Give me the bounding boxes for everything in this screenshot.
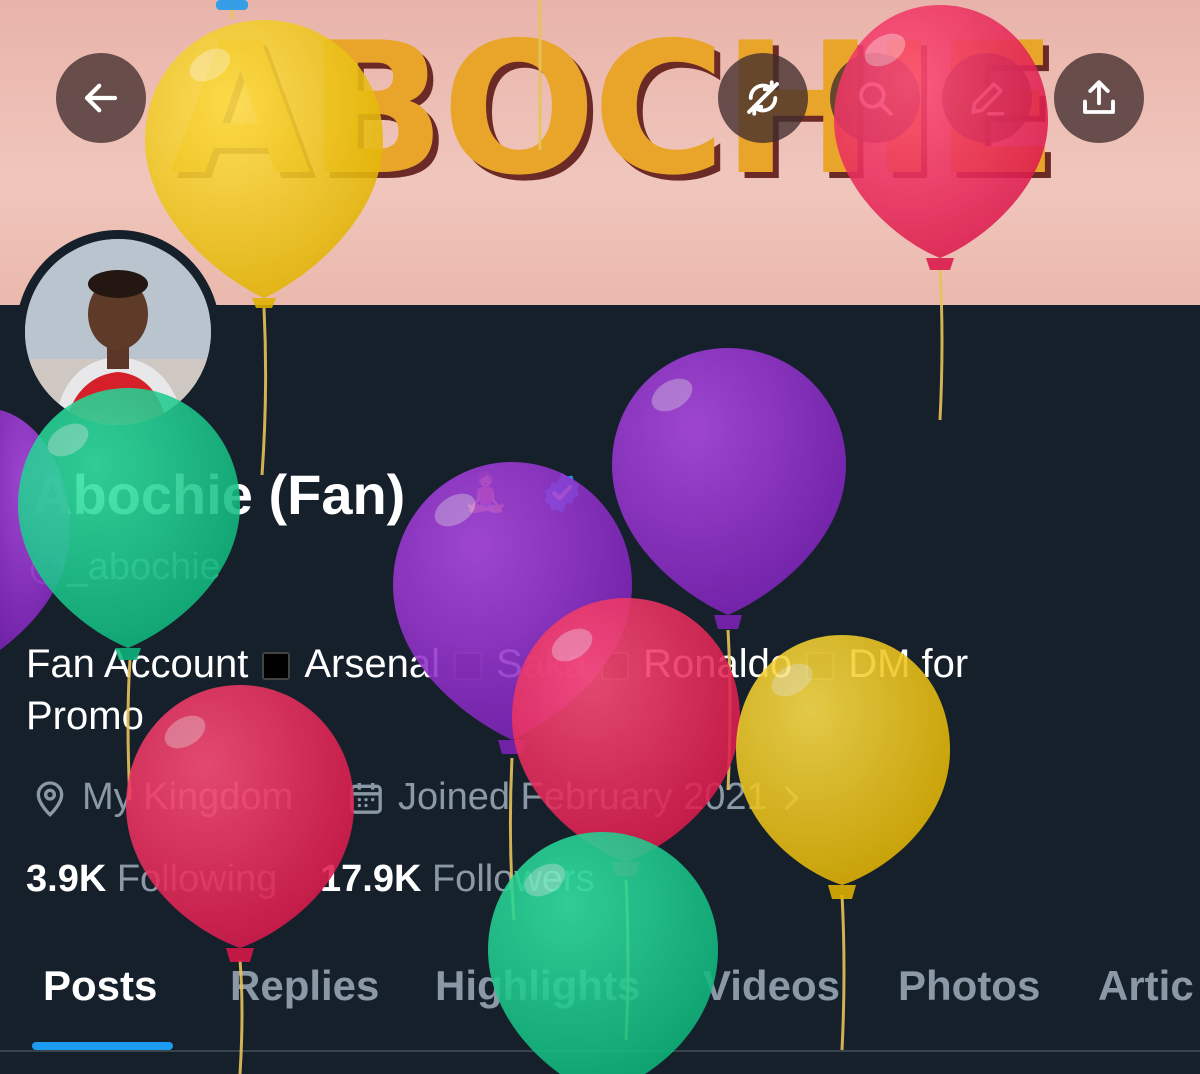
share-button[interactable] [1054, 53, 1144, 143]
tabs-divider [0, 1050, 1200, 1052]
following-link[interactable]: 3.9K Following [26, 858, 277, 901]
location-text: My Kingdom [82, 776, 294, 818]
profile-joined[interactable]: Joined February 2021 [346, 776, 820, 819]
search-button[interactable] [830, 53, 920, 143]
tab-highlights[interactable]: Highlights [435, 962, 640, 1010]
profile-handle: @_abochie [28, 546, 221, 588]
share-upload-icon [1083, 80, 1115, 114]
bio-separator-icon [262, 652, 291, 681]
search-icon [859, 82, 893, 116]
bio-separator-icon [454, 652, 482, 681]
name-extras: 🧘 [462, 470, 585, 516]
active-tab-indicator [32, 1042, 173, 1050]
avatar-photo [25, 239, 211, 425]
bio-separator-icon [601, 652, 630, 681]
avatar[interactable] [25, 239, 211, 425]
followers-count: 17.9K [320, 858, 422, 900]
tab-photos[interactable]: Photos [898, 962, 1040, 1010]
bio-part: Fan Account [26, 642, 249, 686]
profile-location: My Kingdom [30, 776, 293, 819]
bio-part: Ronaldo [643, 642, 793, 686]
profile-name: Abochie (Fan) [32, 463, 406, 526]
followers-link[interactable]: 17.9K Followers [320, 858, 595, 901]
bio-part: Saka [496, 642, 588, 686]
tab-posts[interactable]: Posts [43, 962, 157, 1010]
refresh-button[interactable] [718, 53, 808, 143]
bio-part: Arsenal [304, 642, 440, 686]
tab-videos[interactable]: Videos [703, 962, 840, 1010]
verified-badge-icon[interactable] [539, 470, 585, 516]
joined-text: Joined February 2021 [398, 776, 768, 818]
tab-replies[interactable]: Replies [230, 962, 379, 1010]
location-pin-icon [36, 780, 64, 817]
bio-separator-icon [806, 652, 835, 681]
tab-articles[interactable]: Artic [1098, 962, 1194, 1010]
followers-label: Followers [431, 858, 595, 900]
calendar-icon [350, 782, 382, 814]
bio-line2: Promo [26, 694, 144, 738]
banner-text: ABOCHIE [170, 3, 1058, 215]
edit-button[interactable] [942, 53, 1032, 143]
profile-bio: Fan Account Arsenal Saka Ronaldo DM for Prom… [26, 638, 1146, 742]
arrow-left-icon [84, 83, 118, 113]
refresh-slash-icon [747, 80, 779, 116]
pencil-icon [971, 82, 1005, 116]
following-label: Following [116, 858, 278, 900]
chevron-right-icon [784, 786, 798, 809]
bio-part: DM for [848, 642, 969, 686]
meditation-emoji-icon: 🧘 [462, 472, 510, 514]
following-count: 3.9K [26, 858, 107, 900]
back-button[interactable] [56, 53, 146, 143]
